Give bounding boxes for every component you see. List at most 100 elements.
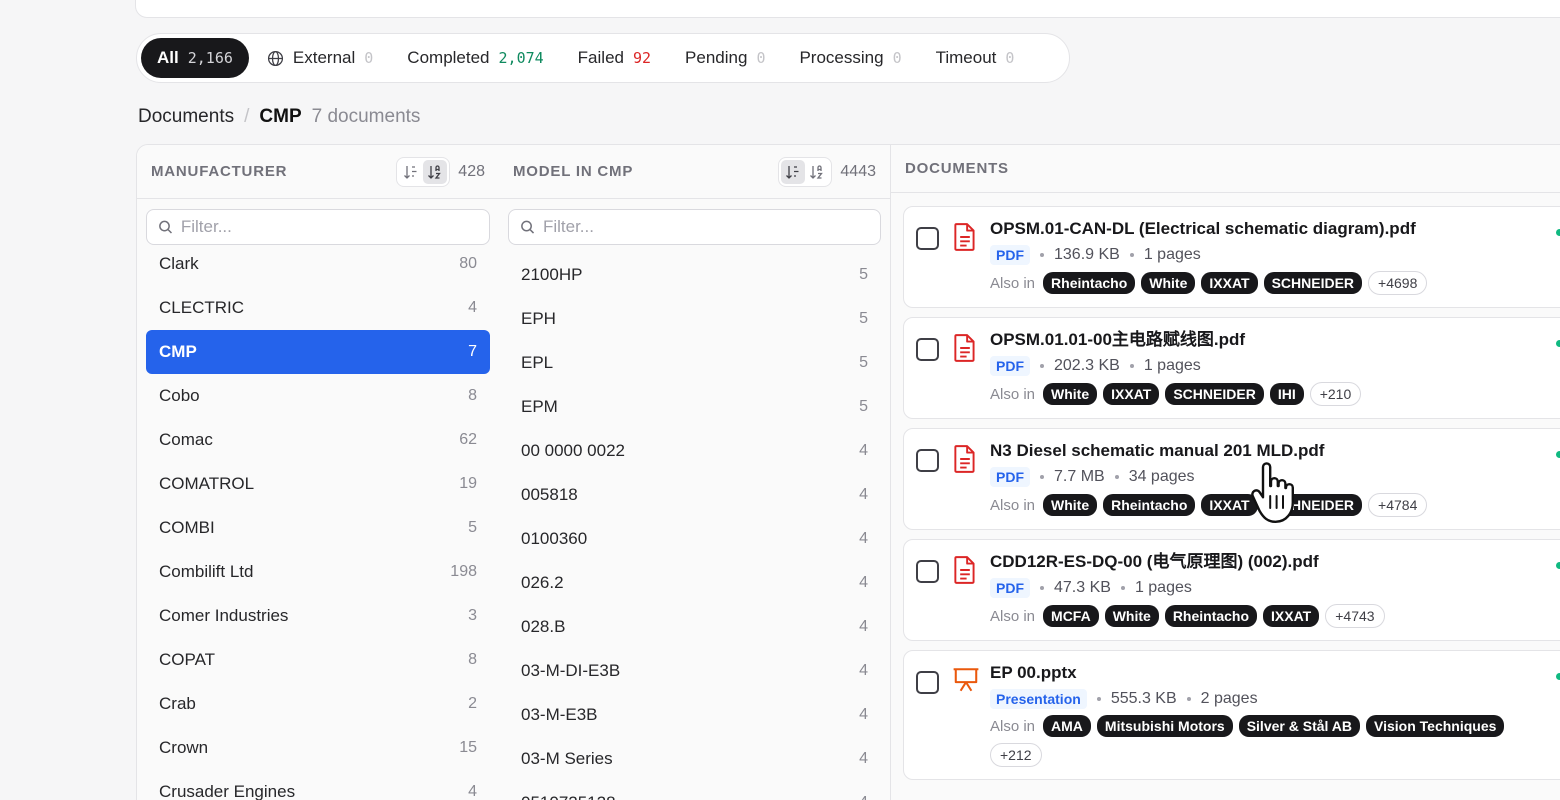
separator-dot — [1040, 475, 1044, 479]
sort-alphabetical-icon[interactable] — [423, 159, 448, 184]
manufacturer-tag[interactable]: White — [1141, 272, 1196, 294]
manufacturer-item-count: 5 — [468, 519, 477, 536]
model-header: MODEL IN CMP 4443 — [499, 145, 890, 199]
document-name[interactable]: EP 00.pptx — [990, 662, 1560, 684]
model-list: 2100HP 5 EPH 5 EPL 5 EPM 5 00 0000 0022 4 005818 4 0… — [508, 253, 881, 800]
more-tags-button[interactable]: +4784 — [1368, 493, 1428, 517]
manufacturer-total: 428 — [458, 162, 485, 180]
breadcrumb-documents-link[interactable]: Documents — [138, 106, 234, 128]
manufacturer-tag[interactable]: Vision Techniques — [1366, 715, 1505, 737]
manufacturer-tag[interactable]: White — [1104, 605, 1159, 627]
document-checkbox[interactable] — [916, 671, 939, 694]
document-card[interactable]: OPSM.01.01-00主电路赋线图.pdf PDF 202.3 KB 1 page… — [903, 317, 1560, 419]
manufacturer-item-count: 2 — [468, 695, 477, 712]
manufacturer-item[interactable]: COMATROL 19 — [146, 462, 490, 506]
filter-label: Failed — [577, 48, 624, 67]
document-checkbox[interactable] — [916, 338, 939, 361]
manufacturer-tag[interactable]: SCHNEIDER — [1263, 272, 1363, 294]
document-name[interactable]: OPSM.01.01-00主电路赋线图.pdf — [990, 329, 1560, 351]
model-item[interactable]: 026.2 4 — [508, 561, 881, 605]
sort-by-count-icon[interactable] — [399, 160, 423, 184]
manufacturer-panel: MANUFACTURER 428 Clark80CLECTRIC4CMP7Cob… — [136, 144, 500, 800]
manufacturer-item[interactable]: Combilift Ltd 198 — [146, 550, 490, 594]
manufacturer-tag[interactable]: IXXAT — [1263, 605, 1320, 627]
manufacturer-tag[interactable]: IHI — [1269, 383, 1304, 405]
model-sort-group — [778, 156, 833, 187]
model-item[interactable]: 0510725128 4 — [508, 781, 881, 800]
manufacturer-item[interactable]: CMP 7 — [146, 330, 490, 374]
manufacturer-item[interactable]: Crown 15 — [146, 726, 490, 770]
document-card[interactable]: OPSM.01-CAN-DL (Electrical schematic dia… — [903, 206, 1560, 308]
model-total: 4443 — [840, 162, 876, 180]
model-item[interactable]: 2100HP 5 — [508, 253, 881, 297]
filter-label: Pending — [685, 48, 748, 67]
model-item[interactable]: 0100360 4 — [508, 517, 881, 561]
manufacturer-tag[interactable]: Mitsubishi Motors — [1096, 715, 1233, 737]
model-item[interactable]: 028.B 4 — [508, 605, 881, 649]
separator-dot — [1096, 697, 1101, 701]
filter-chip-external[interactable]: External 0 — [251, 38, 389, 78]
manufacturer-tag[interactable]: Rheintacho — [1164, 605, 1258, 627]
document-checkbox[interactable] — [916, 560, 939, 583]
model-item[interactable]: 005818 4 — [508, 473, 881, 517]
manufacturer-filter-input[interactable] — [180, 217, 478, 237]
manufacturer-tag[interactable]: AMA — [1043, 715, 1091, 737]
model-item[interactable]: 00 0000 0022 4 — [508, 429, 881, 473]
filter-chip-pending[interactable]: Pending 0 — [669, 38, 781, 78]
manufacturer-item-count: 3 — [468, 607, 477, 624]
manufacturer-tag[interactable]: MCFA — [1043, 605, 1099, 627]
manufacturer-item[interactable]: CLECTRIC 4 — [146, 286, 490, 330]
manufacturer-tag[interactable]: White — [1043, 383, 1098, 405]
filter-label: All — [157, 48, 179, 67]
model-filter-input[interactable] — [542, 217, 869, 237]
status-dot-icon — [1556, 673, 1560, 680]
hand-pointer-cursor-icon — [1251, 462, 1294, 523]
manufacturer-tag[interactable]: Rheintacho — [1103, 494, 1196, 516]
document-name[interactable]: N3 Diesel schematic manual 201 MLD.pdf — [990, 440, 1560, 462]
manufacturer-item[interactable]: Comac 62 — [146, 418, 490, 462]
manufacturer-tag[interactable]: White — [1043, 494, 1098, 516]
document-card[interactable]: N3 Diesel schematic manual 201 MLD.pdf PD… — [903, 428, 1560, 530]
manufacturer-item[interactable]: Crab 2 — [146, 682, 490, 726]
manufacturer-filter — [146, 209, 490, 245]
filter-chip-failed[interactable]: Failed 92 — [562, 38, 667, 78]
filter-chip-processing[interactable]: Processing 0 — [783, 38, 917, 78]
model-item[interactable]: EPM 5 — [508, 385, 881, 429]
document-checkbox[interactable] — [916, 227, 939, 250]
filter-chip-completed[interactable]: Completed 2,074 — [391, 38, 559, 78]
manufacturer-tag[interactable]: IXXAT — [1201, 272, 1258, 294]
filter-chip-timeout[interactable]: Timeout 0 — [920, 38, 1031, 78]
document-checkbox[interactable] — [916, 449, 939, 472]
manufacturer-item[interactable]: Crusader Engines 4 — [146, 770, 490, 800]
document-name[interactable]: CDD12R-ES-DQ-00 (电气原理图) (002).pdf — [990, 551, 1560, 573]
document-pages: 1 pages — [1143, 357, 1201, 374]
sort-by-count-icon[interactable] — [781, 159, 806, 184]
model-item[interactable]: 03-M-DI-E3B 4 — [508, 649, 881, 693]
manufacturer-item[interactable]: Clark 80 — [146, 242, 490, 286]
document-card[interactable]: CDD12R-ES-DQ-00 (电气原理图) (002).pdf PDF 47.3… — [903, 539, 1560, 641]
manufacturer-tag[interactable]: IXXAT — [1103, 383, 1160, 405]
manufacturer-tag[interactable]: Rheintacho — [1043, 272, 1136, 294]
more-tags-button[interactable]: +4743 — [1325, 604, 1385, 628]
manufacturer-item[interactable]: Comer Industries 3 — [146, 594, 490, 638]
pdf-file-icon — [952, 222, 978, 257]
document-card[interactable]: EP 00.pptx Presentation 555.3 KB 2 pages Als… — [903, 650, 1560, 780]
more-tags-button[interactable]: +4698 — [1368, 271, 1428, 295]
more-tags-button[interactable]: +210 — [1309, 382, 1362, 406]
sort-alphabetical-icon[interactable] — [805, 160, 829, 184]
filter-chip-all[interactable]: All 2,166 — [141, 38, 249, 78]
model-item[interactable]: EPH 5 — [508, 297, 881, 341]
manufacturer-item[interactable]: Cobo 8 — [146, 374, 490, 418]
manufacturer-item[interactable]: COPAT 8 — [146, 638, 490, 682]
search-icon — [159, 220, 172, 234]
manufacturer-tag[interactable]: Silver & Stål AB — [1238, 715, 1360, 737]
manufacturer-item[interactable]: COMBI 5 — [146, 506, 490, 550]
model-item[interactable]: 03-M Series 4 — [508, 737, 881, 781]
manufacturer-item-label: Comac — [159, 430, 213, 449]
manufacturer-tag[interactable]: SCHNEIDER — [1165, 383, 1264, 405]
document-name[interactable]: OPSM.01-CAN-DL (Electrical schematic dia… — [990, 218, 1560, 240]
model-item[interactable]: 03-M-E3B 4 — [508, 693, 881, 737]
more-tags-button[interactable]: +212 — [990, 743, 1042, 767]
manufacturer-list: Clark 80 CLECTRIC 4 CMP 7 Cobo 8 Comac 62 COMATROL… — [146, 242, 490, 800]
model-item[interactable]: EPL 5 — [508, 341, 881, 385]
